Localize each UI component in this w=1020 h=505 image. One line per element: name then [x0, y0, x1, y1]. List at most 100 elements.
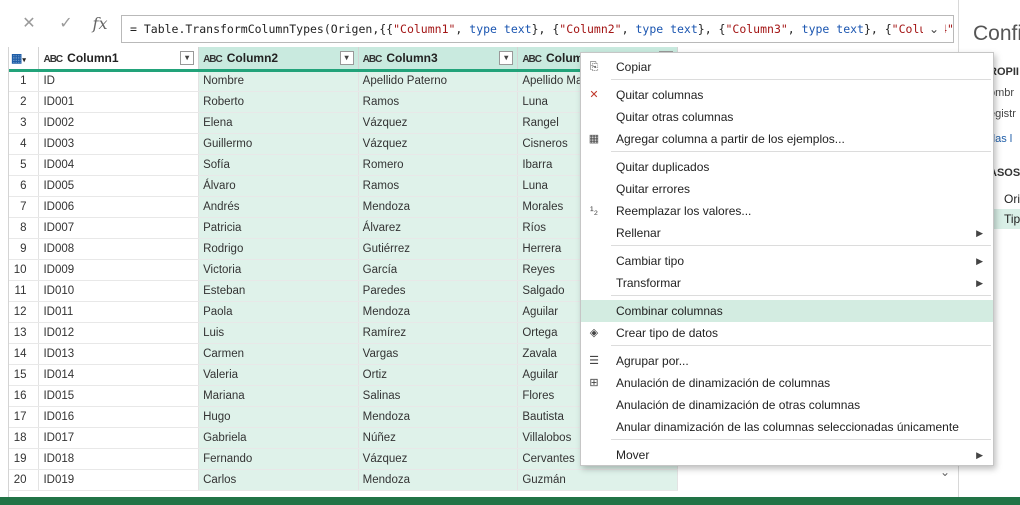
table-cell[interactable]: ID002 — [38, 112, 200, 134]
text-type-icon[interactable]: ABC — [43, 54, 63, 65]
text-type-icon[interactable]: ABC — [363, 54, 383, 65]
table-cell[interactable]: Álvaro — [198, 175, 359, 197]
table-cell[interactable]: ID018 — [38, 448, 200, 470]
table-row[interactable]: 3 ID002 Elena Vázquez Rangel — [9, 112, 678, 134]
table-cell[interactable]: Luis — [198, 322, 359, 344]
cancel-icon[interactable]: ✕ — [14, 12, 44, 34]
menu-combinar-columnas[interactable]: Combinar columnas — [581, 300, 993, 322]
table-cell[interactable]: Apellido Paterno — [358, 70, 519, 92]
table-cell[interactable]: Fernando — [198, 448, 359, 470]
table-cell[interactable]: ID008 — [38, 238, 200, 260]
table-cell[interactable]: Andrés — [198, 196, 359, 218]
table-cell[interactable]: Carlos — [198, 469, 359, 491]
filter-dropdown-icon[interactable]: ▾ — [339, 51, 354, 65]
column-header-1[interactable]: ABC Column1 ▾ — [38, 47, 200, 72]
chevron-down-icon[interactable]: ⌄ — [923, 16, 945, 42]
table-cell[interactable]: ID006 — [38, 196, 200, 218]
table-row[interactable]: 17 ID016 Hugo Mendoza Bautista — [9, 406, 678, 428]
menu-anulacion-dinamizacion[interactable]: ⊞ Anulación de dinamización de columnas — [581, 372, 993, 394]
table-row[interactable]: 18 ID017 Gabriela Núñez Villalobos — [9, 427, 678, 449]
fx-icon[interactable]: fx — [85, 12, 115, 34]
table-cell[interactable]: ID001 — [38, 91, 200, 113]
table-cell[interactable]: Gutiérrez — [358, 238, 519, 260]
table-cell[interactable]: Ramos — [358, 175, 519, 197]
table-cell[interactable]: ID013 — [38, 343, 200, 365]
table-cell[interactable]: Paredes — [358, 280, 519, 302]
table-cell[interactable]: Guillermo — [198, 133, 359, 155]
table-cell[interactable]: Salinas — [358, 385, 519, 407]
table-row[interactable]: 9 ID008 Rodrigo Gutiérrez Herrera — [9, 238, 678, 260]
menu-anular-dinamizacion-seleccionadas[interactable]: Anular dinamización de las columnas sele… — [581, 416, 993, 438]
table-row[interactable]: 12 ID011 Paola Mendoza Aguilar — [9, 301, 678, 323]
menu-anulacion-dinamizacion-otras[interactable]: Anulación de dinamización de otras colum… — [581, 394, 993, 416]
table-cell[interactable]: García — [358, 259, 519, 281]
table-cell[interactable]: ID — [38, 70, 200, 92]
table-row[interactable]: 19 ID018 Fernando Vázquez Cervantes — [9, 448, 678, 470]
menu-mover[interactable]: Mover ▶ — [581, 444, 993, 466]
table-row[interactable]: 11 ID010 Esteban Paredes Salgado — [9, 280, 678, 302]
table-cell[interactable]: Victoria — [198, 259, 359, 281]
table-cell[interactable]: ID015 — [38, 385, 200, 407]
menu-quitar-errores[interactable]: Quitar errores — [581, 178, 993, 200]
table-cell[interactable]: ID011 — [38, 301, 200, 323]
table-cell[interactable]: Ortiz — [358, 364, 519, 386]
table-cell[interactable]: ID019 — [38, 469, 200, 491]
table-cell[interactable]: Romero — [358, 154, 519, 176]
table-cell[interactable]: ID007 — [38, 217, 200, 239]
confirm-icon[interactable]: ✓ — [51, 12, 81, 34]
table-cell[interactable]: Ramos — [358, 91, 519, 113]
table-cell[interactable]: Mendoza — [358, 301, 519, 323]
table-cell[interactable]: ID005 — [38, 175, 200, 197]
table-cell[interactable]: Vargas — [358, 343, 519, 365]
menu-quitar-otras-columnas[interactable]: Quitar otras columnas — [581, 106, 993, 128]
table-cell[interactable]: Carmen — [198, 343, 359, 365]
table-cell[interactable]: Elena — [198, 112, 359, 134]
table-row[interactable]: 10 ID009 Victoria García Reyes — [9, 259, 678, 281]
table-cell[interactable]: ID009 — [38, 259, 200, 281]
table-cell[interactable]: Hugo — [198, 406, 359, 428]
table-cell[interactable]: ID010 — [38, 280, 200, 302]
table-row[interactable]: 7 ID006 Andrés Mendoza Morales — [9, 196, 678, 218]
table-cell[interactable]: Sofía — [198, 154, 359, 176]
menu-agrupar-por[interactable]: ☰ Agrupar por... — [581, 350, 993, 372]
table-row[interactable]: 8 ID007 Patricia Álvarez Ríos — [9, 217, 678, 239]
menu-quitar-columnas[interactable]: ✕ Quitar columnas — [581, 84, 993, 106]
table-cell[interactable]: Rodrigo — [198, 238, 359, 260]
table-row[interactable]: 1 ID Nombre Apellido Paterno Apellido Matern… — [9, 70, 678, 92]
table-cell[interactable]: ID017 — [38, 427, 200, 449]
table-row[interactable]: 2 ID001 Roberto Ramos Luna — [9, 91, 678, 113]
table-cell[interactable]: Patricia — [198, 217, 359, 239]
formula-input[interactable]: = Table.TransformColumnTypes(Origen,{{"C… — [121, 15, 954, 43]
column-header-3[interactable]: ABC Column3 ▾ — [358, 47, 519, 72]
filter-dropdown-icon[interactable]: ▾ — [499, 51, 514, 65]
table-cell[interactable]: Mendoza — [358, 406, 519, 428]
table-cell[interactable]: Vázquez — [358, 112, 519, 134]
menu-cambiar-tipo[interactable]: Cambiar tipo ▶ — [581, 250, 993, 272]
table-cell[interactable]: Paola — [198, 301, 359, 323]
text-type-icon[interactable]: ABC — [522, 54, 542, 65]
table-row[interactable]: 15 ID014 Valeria Ortiz Aguilar — [9, 364, 678, 386]
table-cell[interactable]: Ramírez — [358, 322, 519, 344]
table-cell[interactable]: Vázquez — [358, 133, 519, 155]
table-cell[interactable]: Mendoza — [358, 469, 519, 491]
table-cell[interactable]: ID003 — [38, 133, 200, 155]
filter-dropdown-icon[interactable]: ▾ — [180, 51, 195, 65]
table-cell[interactable]: ID014 — [38, 364, 200, 386]
table-cell[interactable]: Vázquez — [358, 448, 519, 470]
table-cell[interactable]: Valeria — [198, 364, 359, 386]
table-cell[interactable]: ID004 — [38, 154, 200, 176]
table-row[interactable]: 4 ID003 Guillermo Vázquez Cisneros — [9, 133, 678, 155]
table-cell[interactable]: ID012 — [38, 322, 200, 344]
table-cell[interactable]: Núñez — [358, 427, 519, 449]
menu-rellenar[interactable]: Rellenar ▶ — [581, 222, 993, 244]
table-row[interactable]: 14 ID013 Carmen Vargas Zavala — [9, 343, 678, 365]
column-header-2[interactable]: ABC Column2 ▾ — [198, 47, 359, 72]
menu-transformar[interactable]: Transformar ▶ — [581, 272, 993, 294]
menu-quitar-duplicados[interactable]: Quitar duplicados — [581, 156, 993, 178]
table-cell[interactable]: Nombre — [198, 70, 359, 92]
table-cell[interactable]: Mariana — [198, 385, 359, 407]
table-cell[interactable]: Roberto — [198, 91, 359, 113]
text-type-icon[interactable]: ABC — [203, 54, 223, 65]
table-cell[interactable]: Esteban — [198, 280, 359, 302]
table-row[interactable]: 16 ID015 Mariana Salinas Flores — [9, 385, 678, 407]
